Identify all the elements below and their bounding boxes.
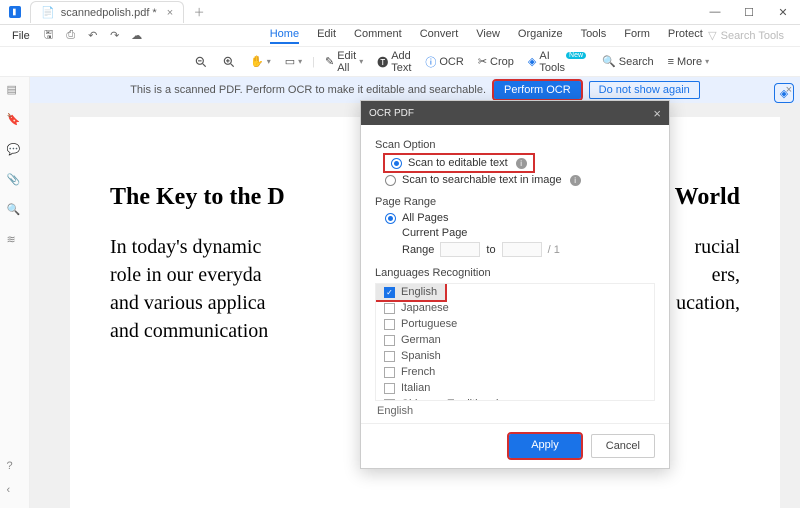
lang-chinese-trad[interactable]: Chinese_Traditional [376,396,654,401]
menu-form[interactable]: Form [624,28,650,44]
range-from-input[interactable] [440,242,480,257]
dialog-footer: Apply Cancel [361,423,669,468]
ocr-dialog: OCR PDF × Scan Option Scan to editable t… [360,100,670,469]
app-logo [0,0,30,25]
search-button[interactable]: 🔍 Search [598,53,658,70]
search-tools[interactable]: ▽ Search Tools [708,29,794,42]
comment-icon[interactable]: 💬 [7,143,23,159]
toolbar: ✋▾ ▭▾ | ✎ Edit All▾ 🅣 Add Text ⓘ OCR ✂ C… [0,47,800,77]
dialog-title: OCR PDF [369,108,414,119]
info-icon[interactable]: i [570,175,581,186]
document-tab[interactable]: 📄 scannedpolish.pdf * × [30,1,184,23]
menu-tools[interactable]: Tools [581,28,607,44]
dialog-titlebar: OCR PDF × [361,101,669,125]
lang-spanish[interactable]: Spanish [376,348,654,364]
lang-portuguese[interactable]: Portuguese [376,316,654,332]
dialog-close-icon[interactable]: × [653,106,661,121]
languages-label: Languages Recognition [375,267,655,279]
left-sidebar: ▤ 🔖 💬 📎 🔍 ≋ ? ‹ [0,77,30,508]
layers-icon[interactable]: ≋ [7,233,23,249]
close-button[interactable]: ✕ [766,0,800,25]
window-controls: — ☐ ✕ [698,0,800,25]
ocr-button[interactable]: ⓘ OCR [421,52,467,72]
menu-view[interactable]: View [476,28,500,44]
lang-japanese[interactable]: Japanese [376,300,654,316]
more-button[interactable]: ≡ More▾ [664,54,714,70]
ai-float-button[interactable]: ◈ [774,83,794,103]
attachment-icon[interactable]: 📎 [7,173,23,189]
lang-french[interactable]: French [376,364,654,380]
do-not-show-again-button[interactable]: Do not show again [589,81,700,99]
language-list[interactable]: ✓ English Japanese Portuguese German Spa… [375,283,655,401]
apply-button[interactable]: Apply [509,434,581,458]
page-range-label: Page Range [375,196,655,208]
perform-ocr-button[interactable]: Perform OCR [494,81,581,99]
checkbox-checked-icon: ✓ [384,287,395,298]
title-bar: 📄 scannedpolish.pdf * × ＋ — ☐ ✕ [0,0,800,25]
banner-message: This is a scanned PDF. Perform OCR to ma… [130,84,486,96]
help-icon[interactable]: ? [7,460,23,476]
thumbnail-icon[interactable]: ▤ [7,83,23,99]
scan-searchable-option[interactable]: Scan to searchable text in image i [385,174,655,186]
tab-close-icon[interactable]: × [167,7,173,19]
current-page-option[interactable]: Current Page [385,227,655,239]
collapse-icon[interactable]: ‹ [7,484,23,500]
save-icon[interactable]: 🖫 [40,27,58,45]
cancel-button[interactable]: Cancel [591,434,655,458]
filter-icon: ▽ [708,29,716,42]
zoom-in-button[interactable] [218,53,240,71]
range-to-input[interactable] [502,242,542,257]
new-tab-button[interactable]: ＋ [188,1,210,23]
menu-bar: File 🖫 ⎙ ↶ ↷ ☁ Home Edit Comment Convert… [0,25,800,47]
doc-paragraph-right: rucial ers, ucation, [676,233,740,345]
lang-english[interactable]: ✓ English [376,284,445,300]
shape-tool-button[interactable]: ▭▾ [281,53,306,70]
scan-editable-option[interactable]: Scan to editable text i [385,155,533,171]
ai-tools-button[interactable]: ◈ AI ToolsNew [524,48,592,76]
doc-heading-1-left: The Key to the D [110,184,285,211]
tab-title: scannedpolish.pdf * [61,7,157,19]
lang-german[interactable]: German [376,332,654,348]
add-text-button[interactable]: 🅣 Add Text [373,48,415,76]
menu-home[interactable]: Home [270,28,299,44]
file-menu[interactable]: File [6,30,36,42]
minimize-button[interactable]: — [698,0,732,25]
edit-all-button[interactable]: ✎ Edit All▾ [321,48,367,76]
menu-edit[interactable]: Edit [317,28,336,44]
cloud-icon[interactable]: ☁ [128,27,146,45]
bookmark-icon[interactable]: 🔖 [7,113,23,129]
all-pages-option[interactable]: All Pages [385,212,655,224]
crop-button[interactable]: ✂ Crop [474,53,518,70]
radio-selected-icon [385,213,396,224]
scan-option-label: Scan Option [375,139,655,151]
file-icon: 📄 [41,6,55,19]
undo-icon[interactable]: ↶ [84,27,102,45]
menu-organize[interactable]: Organize [518,28,563,44]
redo-icon[interactable]: ↷ [106,27,124,45]
search-pane-icon[interactable]: 🔍 [7,203,23,219]
radio-selected-icon [391,158,402,169]
main-menus: Home Edit Comment Convert View Organize … [270,28,703,44]
print-icon[interactable]: ⎙ [62,27,80,45]
doc-heading-1-right: World [675,184,740,211]
menu-comment[interactable]: Comment [354,28,402,44]
menu-protect[interactable]: Protect [668,28,703,44]
menu-convert[interactable]: Convert [420,28,459,44]
lang-italian[interactable]: Italian [376,380,654,396]
maximize-button[interactable]: ☐ [732,0,766,25]
info-icon[interactable]: i [516,158,527,169]
language-summary: English [377,405,655,417]
doc-paragraph-left: In today's dynamic role in our everyda a… [110,233,268,345]
zoom-out-button[interactable] [190,53,212,71]
hand-tool-button[interactable]: ✋▾ [246,53,275,70]
radio-icon [385,175,396,186]
range-option[interactable]: Range to / 1 [385,242,655,257]
